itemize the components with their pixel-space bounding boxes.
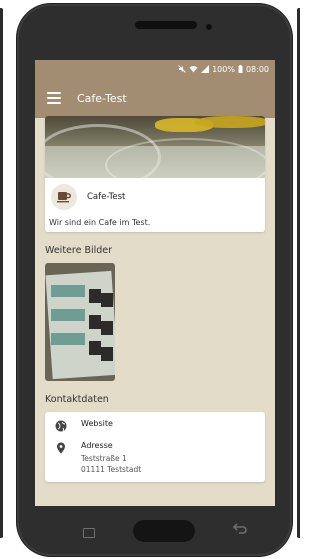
coffee-cup-icon bbox=[57, 192, 71, 203]
more-images-heading: Weitere Bilder bbox=[45, 245, 113, 256]
phone-frame: 100% 08:00 Cafe-Test Cafe-Test Wir sind … bbox=[17, 4, 292, 556]
signal-icon bbox=[201, 65, 210, 73]
address-street: Teststraße 1 bbox=[81, 454, 127, 463]
cafe-card: Cafe-Test Wir sind ein Cafe im Test. bbox=[45, 116, 265, 232]
cafe-hero-image bbox=[45, 116, 265, 178]
menu-icon[interactable] bbox=[47, 92, 61, 104]
address-row[interactable]: Adresse Teststraße 1 01111 Teststadt bbox=[55, 441, 255, 475]
main-content: Cafe-Test Wir sind ein Cafe im Test. Wei… bbox=[35, 116, 275, 482]
address-label: Adresse bbox=[81, 441, 113, 450]
speaker-grille bbox=[135, 21, 197, 29]
home-button[interactable] bbox=[133, 520, 195, 542]
app-bar: Cafe-Test bbox=[35, 78, 275, 118]
address-city: 01111 Teststadt bbox=[81, 465, 142, 474]
gallery-image[interactable] bbox=[45, 263, 115, 381]
website-label: Website bbox=[81, 419, 113, 428]
battery-level: 100% bbox=[212, 64, 235, 74]
contact-card: Website Adresse Teststraße 1 01111 Tests… bbox=[45, 412, 265, 482]
location-pin-icon bbox=[57, 442, 65, 454]
clock: 08:00 bbox=[245, 64, 269, 74]
website-row[interactable]: Website bbox=[55, 419, 255, 432]
cafe-description: Wir sind ein Cafe im Test. bbox=[49, 218, 151, 227]
mute-icon bbox=[178, 65, 186, 73]
contact-heading: Kontaktdaten bbox=[45, 394, 109, 405]
battery-icon bbox=[238, 65, 243, 73]
cafe-name: Cafe-Test bbox=[87, 192, 126, 202]
status-bar: 100% 08:00 bbox=[35, 60, 275, 78]
background-edge-right bbox=[297, 8, 300, 538]
app-screen: 100% 08:00 Cafe-Test Cafe-Test Wir sind … bbox=[35, 60, 275, 506]
globe-icon bbox=[55, 420, 67, 432]
back-icon[interactable] bbox=[233, 523, 247, 535]
app-title: Cafe-Test bbox=[77, 91, 127, 105]
cafe-avatar bbox=[51, 184, 77, 210]
recent-apps-icon[interactable] bbox=[83, 528, 95, 538]
front-camera bbox=[206, 24, 212, 30]
wifi-icon bbox=[189, 65, 198, 73]
background-edge-left bbox=[0, 8, 3, 538]
